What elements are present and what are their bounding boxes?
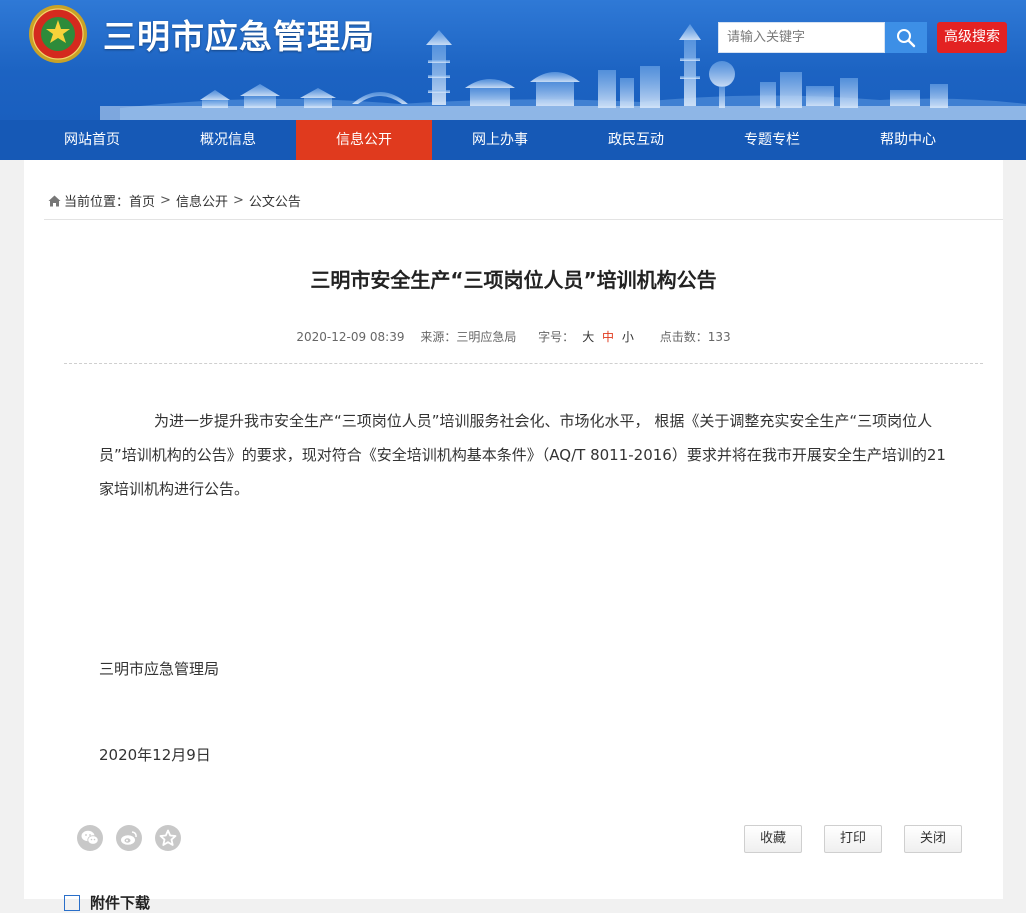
nav-item-special-topics[interactable]: 专题专栏 <box>704 120 840 160</box>
article-meta: 2020-12-09 08:39 来源：三明应急局 字号： 大 中 小 点击数：1… <box>24 328 1003 345</box>
meta-divider <box>64 363 983 364</box>
close-button[interactable]: 关闭 <box>904 825 962 853</box>
article-title: 三明市安全生产“三项岗位人员”培训机构公告 <box>310 268 717 292</box>
breadcrumb-separator: > <box>232 193 244 208</box>
article-sign-date: 2020年12月9日 <box>99 746 211 764</box>
content-card: 当前位置： 首页 > 信息公开 > 公文公告 三明市安全生产“三项岗位人员”培训… <box>24 160 1003 912</box>
attachment-section: 附件下载 <box>64 892 150 913</box>
breadcrumb: 当前位置： 首页 > 信息公开 > 公文公告 <box>48 191 301 210</box>
share-weibo-button[interactable] <box>116 825 142 851</box>
nav-item-help-center[interactable]: 帮助中心 <box>840 120 976 160</box>
collect-button[interactable]: 收藏 <box>744 825 802 853</box>
site-title: 三明市应急管理局 <box>103 17 375 56</box>
home-icon <box>48 195 61 206</box>
attachment-icon <box>64 894 80 911</box>
main-nav: 网站首页 概况信息 信息公开 网上办事 政民互动 专题专栏 帮助中心 <box>0 120 1026 160</box>
advanced-search-button[interactable]: 高级搜索 <box>937 22 1007 53</box>
breadcrumb-divider <box>44 219 1003 220</box>
font-size-label: 字号： <box>538 330 575 344</box>
nav-item-interaction[interactable]: 政民互动 <box>568 120 704 160</box>
article-body: 为进一步提升我市安全生产“三项岗位人员”培训服务社会化、市场化水平， 根据《关于… <box>99 412 946 498</box>
breadcrumb-separator: > <box>160 193 171 208</box>
breadcrumb-announcement-link[interactable]: 公文公告 <box>249 191 301 210</box>
breadcrumb-prefix: 当前位置： <box>64 195 130 210</box>
weibo-icon <box>121 831 137 845</box>
search-input[interactable] <box>718 22 885 53</box>
print-button[interactable]: 打印 <box>824 825 882 853</box>
nav-item-info-disclosure[interactable]: 信息公开 <box>296 120 432 160</box>
nav-item-online-services[interactable]: 网上办事 <box>432 120 568 160</box>
font-size-small[interactable]: 小 <box>622 330 634 344</box>
font-size-large[interactable]: 大 <box>582 330 594 344</box>
search-button[interactable] <box>885 22 927 53</box>
font-size-medium[interactable]: 中 <box>602 330 614 344</box>
view-count: 点击数：133 <box>659 330 731 344</box>
attachment-title: 附件下载 <box>90 894 151 912</box>
share-wechat-button[interactable] <box>77 825 103 851</box>
share-favorite-button[interactable] <box>155 825 181 851</box>
national-emblem-logo <box>29 5 87 63</box>
favorite-star-icon <box>159 829 177 846</box>
header-banner: 三明市应急管理局 高级搜索 <box>0 0 1026 120</box>
share-bar <box>77 825 181 851</box>
breadcrumb-home-link[interactable]: 首页 <box>129 191 155 210</box>
publish-date: 2020-12-09 08:39 <box>296 330 405 344</box>
nav-item-overview[interactable]: 概况信息 <box>160 120 296 160</box>
wechat-icon <box>81 830 99 845</box>
article-signature: 三明市应急管理局 <box>99 660 220 678</box>
nav-item-home[interactable]: 网站首页 <box>0 120 160 160</box>
breadcrumb-info-link[interactable]: 信息公开 <box>176 191 228 210</box>
font-size-control: 字号： 大 中 小 <box>532 330 640 344</box>
article-source: 来源：三明应急局 <box>420 330 517 344</box>
search-icon <box>897 28 916 47</box>
